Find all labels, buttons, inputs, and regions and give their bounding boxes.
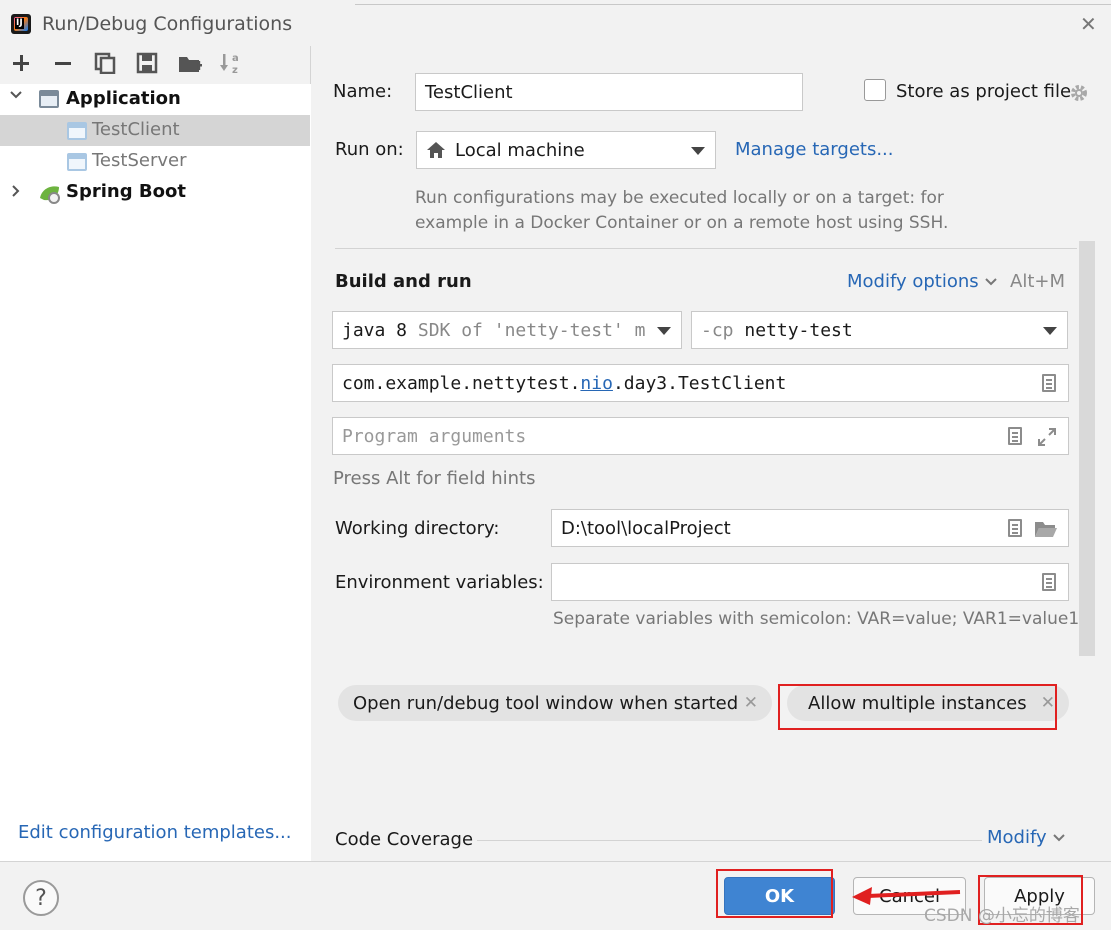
environment-variables-label: Environment variables: xyxy=(335,572,544,593)
name-field[interactable]: TestClient xyxy=(415,73,803,111)
tree-item-testserver[interactable]: TestServer xyxy=(0,146,310,177)
tree-group-label: Application xyxy=(66,88,181,109)
add-icon[interactable] xyxy=(9,51,33,75)
modify-options-link[interactable]: Modify options xyxy=(847,271,998,293)
working-directory-field[interactable]: D:\tool\localProject xyxy=(551,509,1069,547)
expand-icon[interactable] xyxy=(1037,427,1057,452)
program-arguments-placeholder: Program arguments xyxy=(342,425,527,447)
annotation-highlight-box xyxy=(778,684,1057,730)
classpath-prefix: -cp xyxy=(701,319,745,341)
working-directory-value: D:\tool\localProject xyxy=(561,517,731,539)
dropdown-arrow-icon xyxy=(691,147,705,155)
code-coverage-divider xyxy=(477,840,982,841)
main-class-package-link: nio xyxy=(580,372,613,394)
run-on-hint-line-2: example in a Docker Container or on a re… xyxy=(415,213,949,233)
run-on-hint-line-1: Run configurations may be executed local… xyxy=(415,188,944,208)
application-icon xyxy=(39,90,59,108)
modify-link[interactable]: Modify xyxy=(987,827,1066,849)
run-on-value: Local machine xyxy=(455,139,585,161)
sort-icon[interactable]: az xyxy=(219,51,243,75)
edit-configuration-templates-link[interactable]: Edit configuration templates... xyxy=(18,822,292,843)
modify-options-shortcut: Alt+M xyxy=(1010,271,1065,292)
config-icon xyxy=(67,153,87,171)
main-class-prefix: com.example.nettytest. xyxy=(342,372,581,394)
dropdown-arrow-icon xyxy=(1043,327,1057,335)
title-bar: Run/Debug Configurations ✕ xyxy=(0,0,1111,46)
form-scrollbar[interactable] xyxy=(1079,241,1095,656)
jre-hint: SDK of 'netty-test' m xyxy=(407,319,646,341)
tree-item-label: TestClient xyxy=(92,119,180,140)
code-coverage-title: Code Coverage xyxy=(335,829,474,850)
configuration-sidebar: az Application TestClient TestServer Spr… xyxy=(0,46,311,861)
jre-select[interactable]: java 8 SDK of 'netty-test' m xyxy=(332,311,682,349)
program-arguments-field[interactable]: Program arguments xyxy=(332,417,1069,455)
chevron-right-icon[interactable] xyxy=(9,184,23,202)
environment-variables-field[interactable] xyxy=(551,563,1069,601)
run-on-label: Run on: xyxy=(335,139,404,160)
tree-group-application[interactable]: Application xyxy=(0,84,310,115)
document-icon[interactable] xyxy=(1042,374,1056,392)
annotation-highlight-box xyxy=(716,869,833,918)
chevron-down-icon[interactable] xyxy=(9,88,23,106)
intellij-logo-icon xyxy=(11,14,31,34)
store-as-project-file-label: Store as project file xyxy=(896,81,1072,102)
working-directory-label: Working directory: xyxy=(335,518,500,539)
new-folder-icon[interactable] xyxy=(178,51,202,75)
chevron-down-icon xyxy=(984,272,998,293)
build-and-run-title: Build and run xyxy=(335,271,472,292)
chevron-down-icon xyxy=(1052,828,1066,849)
svg-text:a: a xyxy=(232,53,239,64)
tree-group-label: Spring Boot xyxy=(66,181,186,202)
sidebar-toolbar: az xyxy=(0,46,311,82)
name-label: Name: xyxy=(333,81,393,102)
watermark-text: CSDN @小忘的博客 xyxy=(924,906,1080,926)
svg-text:z: z xyxy=(232,65,238,75)
modify-label: Modify xyxy=(987,827,1047,848)
tree-group-spring-boot[interactable]: Spring Boot xyxy=(0,177,310,208)
close-icon[interactable]: ✕ xyxy=(1080,12,1097,36)
classpath-value: netty-test xyxy=(744,319,853,341)
help-button[interactable]: ? xyxy=(23,880,59,916)
copy-icon[interactable] xyxy=(93,51,117,75)
document-icon[interactable] xyxy=(1008,519,1022,537)
title-bar-edge xyxy=(355,0,1111,5)
manage-targets-link[interactable]: Manage targets... xyxy=(735,139,894,160)
config-icon xyxy=(67,122,87,140)
folder-icon[interactable] xyxy=(1034,520,1058,543)
dialog-button-bar: ? OK Cancel Apply CSDN @小忘的博客 xyxy=(0,861,1111,930)
remove-chip-icon[interactable]: ✕ xyxy=(744,693,758,713)
scrollbar-thumb[interactable] xyxy=(1079,241,1095,656)
chip-open-tool-window[interactable]: Open run/debug tool window when started … xyxy=(338,685,772,721)
chip-label: Open run/debug tool window when started xyxy=(353,692,739,714)
main-class-suffix: .day3.TestClient xyxy=(612,372,787,394)
configuration-form: Name: TestClient Store as project file R… xyxy=(312,46,1111,861)
classpath-select[interactable]: -cp netty-test xyxy=(691,311,1068,349)
main-class-field[interactable]: com.example.nettytest. nio .day3.TestCli… xyxy=(332,364,1069,402)
section-divider xyxy=(335,248,1077,249)
tree-item-testclient[interactable]: TestClient xyxy=(0,115,310,146)
save-icon[interactable] xyxy=(135,51,159,75)
tree-item-label: TestServer xyxy=(92,150,187,171)
spring-boot-icon xyxy=(38,184,60,204)
document-icon[interactable] xyxy=(1008,427,1022,445)
store-as-project-file-checkbox[interactable] xyxy=(864,79,886,101)
field-hints-text: Press Alt for field hints xyxy=(333,468,536,489)
run-on-select[interactable]: Local machine xyxy=(416,131,716,169)
window-title: Run/Debug Configurations xyxy=(42,13,293,35)
document-icon[interactable] xyxy=(1042,573,1056,591)
modify-options-label: Modify options xyxy=(847,271,979,292)
remove-icon[interactable] xyxy=(51,51,75,75)
configuration-tree: Application TestClient TestServer Spring… xyxy=(0,84,311,861)
dropdown-arrow-icon xyxy=(657,327,671,335)
environment-variables-hint: Separate variables with semicolon: VAR=v… xyxy=(553,609,1080,629)
home-icon xyxy=(426,141,446,159)
jre-value: java 8 xyxy=(342,319,408,341)
gear-icon[interactable] xyxy=(1068,82,1088,102)
